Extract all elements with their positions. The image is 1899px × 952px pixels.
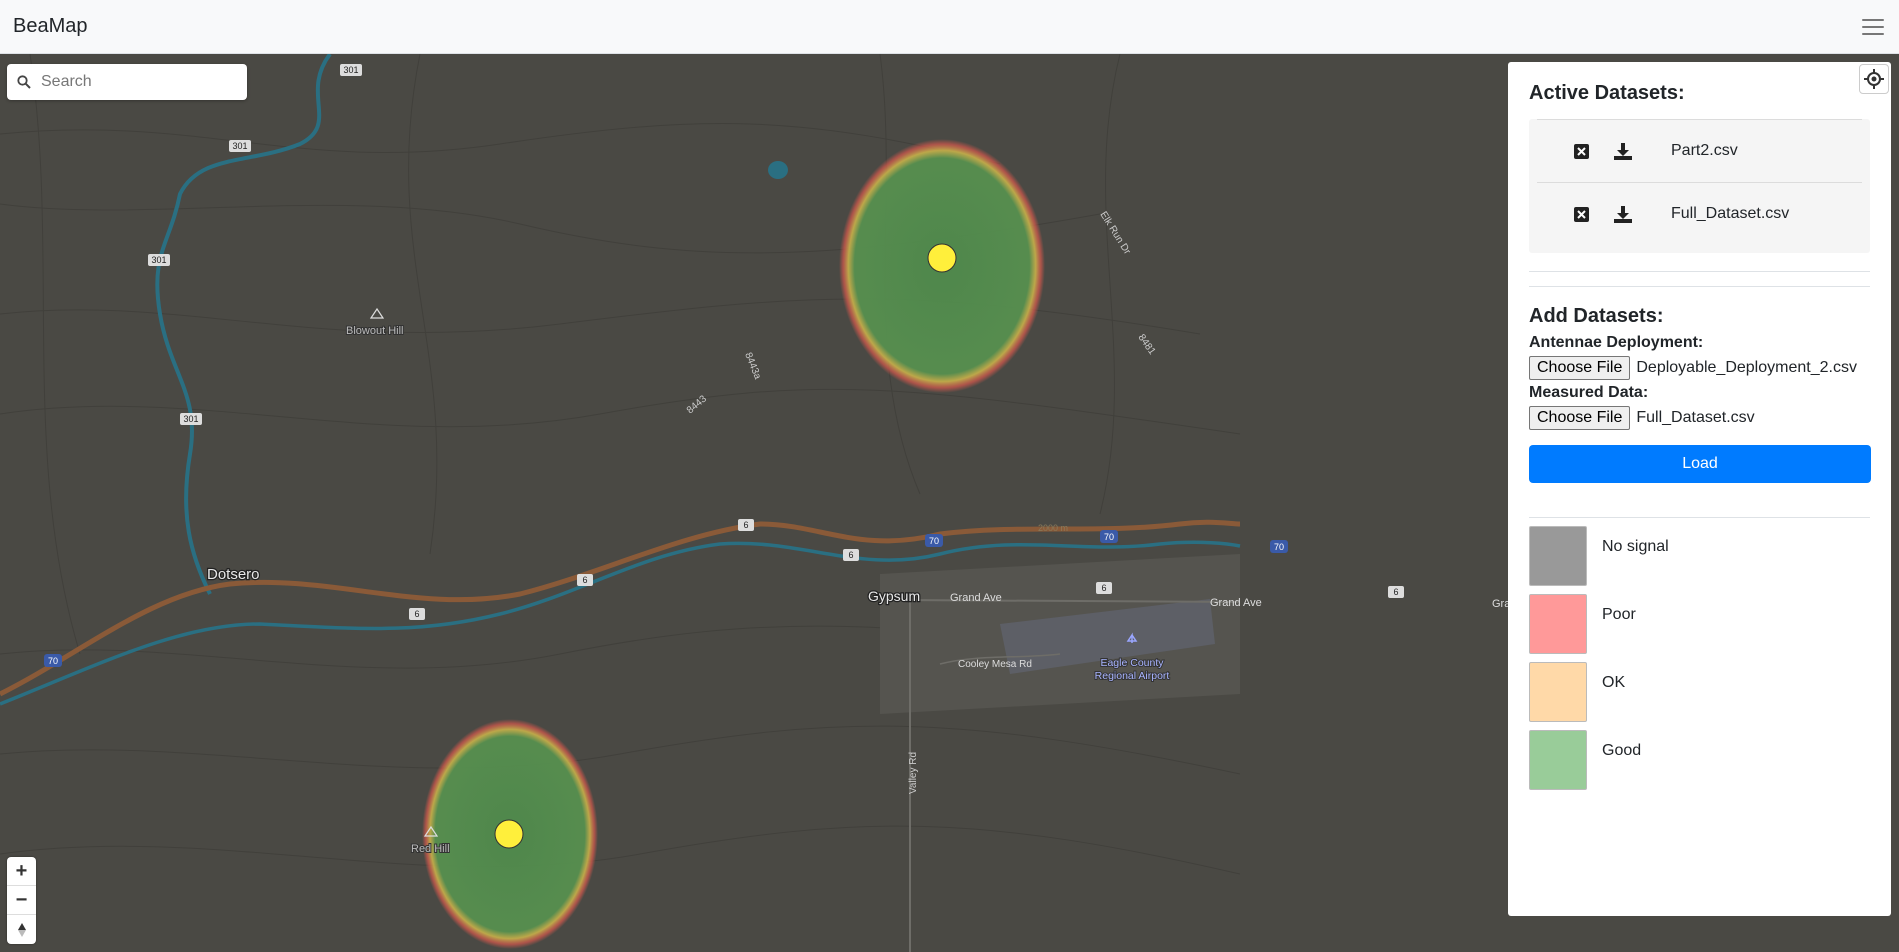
- label-airport-1: Eagle County: [1100, 657, 1164, 669]
- divider: [1529, 517, 1870, 518]
- legend-label: Poor: [1602, 606, 1636, 623]
- search-icon: [17, 75, 31, 89]
- legend-item: OK: [1529, 662, 1870, 722]
- side-panel: Active Datasets: Part2.csv Full_Dataset.…: [1508, 62, 1891, 916]
- label-grand-ave-1: Grand Ave: [950, 592, 1002, 604]
- legend-item: Good: [1529, 730, 1870, 790]
- shield-301: 301: [148, 254, 170, 266]
- dataset-name: Part2.csv: [1671, 142, 1738, 159]
- divider: [1529, 286, 1870, 287]
- legend-swatch: [1529, 730, 1587, 790]
- measured-file-input: Choose File Full_Dataset.csv: [1529, 406, 1870, 430]
- label-grand-ave-2: Grand Ave: [1210, 597, 1262, 609]
- svg-text:6: 6: [414, 609, 419, 619]
- download-icon[interactable]: [1613, 204, 1633, 224]
- legend-label: OK: [1602, 674, 1626, 691]
- measured-data-label: Measured Data:: [1529, 384, 1649, 401]
- svg-text:6: 6: [743, 520, 748, 530]
- legend-swatch: [1529, 594, 1587, 654]
- compass-button[interactable]: [7, 915, 36, 944]
- svg-text:6: 6: [582, 575, 587, 585]
- svg-text:301: 301: [232, 141, 247, 151]
- label-valley-rd: Valley Rd: [908, 752, 919, 794]
- shield-301: 301: [229, 140, 251, 152]
- geolocate-button[interactable]: [1859, 64, 1889, 94]
- antennae-deployment-label: Antennae Deployment:: [1529, 334, 1704, 351]
- navbar: BeaMap: [0, 0, 1899, 54]
- svg-text:6: 6: [1101, 583, 1106, 593]
- measured-choose-file-button[interactable]: Choose File: [1529, 406, 1631, 430]
- shield-70: 70: [1270, 540, 1288, 553]
- label-gypsum: Gypsum: [868, 588, 920, 604]
- legend-item: No signal: [1529, 526, 1870, 586]
- legend-item: Poor: [1529, 594, 1870, 654]
- dataset-row: Full_Dataset.csv: [1537, 182, 1862, 245]
- svg-text:301: 301: [183, 414, 198, 424]
- search-box[interactable]: [7, 64, 247, 100]
- dataset-row: Part2.csv: [1537, 119, 1862, 182]
- zoom-out-button[interactable]: −: [7, 886, 36, 915]
- crosshair-icon: [1864, 69, 1884, 89]
- dataset-name: Full_Dataset.csv: [1671, 205, 1790, 222]
- active-datasets-list: Part2.csv Full_Dataset.csv: [1529, 119, 1870, 253]
- legend-swatch: [1529, 526, 1587, 586]
- label-dotsero: Dotsero: [207, 566, 260, 583]
- search-input[interactable]: [41, 73, 231, 91]
- antennae-file-input: Choose File Deployable_Deployment_2.csv: [1529, 356, 1870, 380]
- svg-text:301: 301: [343, 65, 358, 75]
- shield-70: 70: [925, 534, 943, 547]
- download-icon[interactable]: [1613, 141, 1633, 161]
- measured-file-name: Full_Dataset.csv: [1636, 409, 1755, 426]
- zoom-control: + −: [7, 857, 36, 944]
- svg-text:6: 6: [1393, 587, 1398, 597]
- add-datasets-title: Add Datasets:: [1529, 305, 1664, 327]
- shield-6: 6: [738, 519, 754, 531]
- svg-text:301: 301: [151, 255, 166, 265]
- legend-label: Good: [1602, 742, 1642, 759]
- svg-text:70: 70: [929, 536, 939, 546]
- shield-301: 301: [340, 64, 362, 76]
- remove-dataset-icon[interactable]: [1571, 204, 1591, 224]
- zoom-in-button[interactable]: +: [7, 857, 36, 886]
- shield-6: 6: [1388, 586, 1404, 598]
- legend-label: No signal: [1602, 538, 1669, 555]
- label-red-hill: Red Hill: [411, 843, 450, 855]
- svg-text:70: 70: [1104, 532, 1114, 542]
- compass-icon: [17, 922, 26, 937]
- brand[interactable]: BeaMap: [13, 15, 88, 38]
- shield-6: 6: [577, 574, 593, 586]
- signal-legend: No signal Poor OK Good: [1529, 526, 1870, 790]
- remove-dataset-icon[interactable]: [1571, 141, 1591, 161]
- shield-6: 6: [409, 608, 425, 620]
- svg-text:70: 70: [48, 656, 58, 666]
- label-cooley-mesa: Cooley Mesa Rd: [958, 659, 1032, 670]
- antennae-choose-file-button[interactable]: Choose File: [1529, 356, 1631, 380]
- shield-6: 6: [843, 549, 859, 561]
- svg-text:6: 6: [848, 550, 853, 560]
- svg-text:70: 70: [1274, 542, 1284, 552]
- label-airport-2: Regional Airport: [1095, 670, 1170, 682]
- antennae-file-name: Deployable_Deployment_2.csv: [1636, 359, 1857, 376]
- load-button[interactable]: Load: [1529, 445, 1871, 483]
- shield-70: 70: [44, 654, 62, 667]
- menu-toggle-icon[interactable]: [1860, 17, 1886, 37]
- active-datasets-title: Active Datasets:: [1529, 82, 1685, 104]
- divider: [1529, 271, 1870, 272]
- shield-301: 301: [180, 413, 202, 425]
- label-blowout-hill: Blowout Hill: [346, 325, 403, 337]
- label-elevation: 2000 m: [1038, 523, 1068, 533]
- legend-swatch: [1529, 662, 1587, 722]
- shield-6: 6: [1096, 582, 1112, 594]
- shield-70: 70: [1100, 530, 1118, 543]
